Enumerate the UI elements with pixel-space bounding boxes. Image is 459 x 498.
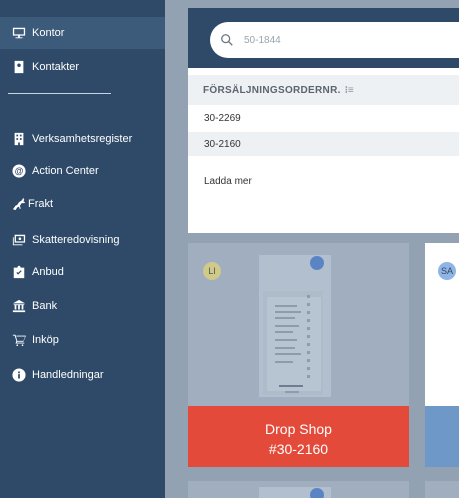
sidebar-item-label: Skatteredovisning: [32, 234, 120, 246]
column-header-order-number: FÖRSÄLJNINGSORDERNR.: [203, 84, 341, 96]
sidebar-item-action-center[interactable]: @ Action Center: [0, 155, 165, 187]
avatar: SA: [438, 262, 456, 280]
sidebar-item-inkop[interactable]: Inköp: [0, 324, 165, 356]
sidebar-item-frakt[interactable]: Frakt: [0, 188, 165, 220]
tax-display-icon: [11, 232, 27, 248]
horse-icon: [11, 196, 27, 212]
sidebar: Kontor Kontakter Verksamhetsregister @ A…: [0, 0, 165, 498]
bank-icon: [11, 298, 27, 314]
sidebar-item-label: Bank: [32, 300, 58, 312]
sidebar-item-verksamhetsregister[interactable]: Verksamhetsregister: [0, 123, 165, 155]
sidebar-item-label: Frakt: [28, 198, 54, 210]
sidebar-item-label: Inköp: [32, 334, 59, 346]
sidebar-item-bank[interactable]: Bank: [0, 290, 165, 322]
card-order-number: #30-2160: [268, 441, 329, 457]
order-card[interactable]: SA: [425, 243, 459, 467]
sidebar-item-handledningar[interactable]: Handledningar: [0, 359, 165, 391]
order-card[interactable]: [188, 481, 409, 498]
at-sign-icon: @: [11, 163, 27, 179]
sidebar-item-anbud[interactable]: Anbud: [0, 256, 165, 288]
sidebar-item-kontor[interactable]: Kontor: [0, 17, 165, 49]
order-number: 30-2269: [204, 112, 241, 124]
order-card[interactable]: [425, 481, 459, 498]
monitor-icon: [11, 25, 27, 41]
sidebar-item-label: Kontor: [32, 27, 65, 39]
avatar: LI: [203, 262, 221, 280]
card-footer: [425, 406, 459, 467]
document-illustration-icon: [259, 255, 331, 397]
clipboard-check-icon: [11, 264, 27, 280]
sidebar-item-label: Kontakter: [32, 61, 80, 73]
sidebar-item-skatteredovisning[interactable]: Skatteredovisning: [0, 224, 165, 256]
table-row[interactable]: 30-2269: [188, 106, 459, 130]
table-row[interactable]: 30-2160: [188, 132, 459, 156]
search-results-panel: FÖRSÄLJNINGSORDERNR. ⁝≡ 30-2269 30-2160 …: [188, 68, 459, 233]
sidebar-item-kontakter[interactable]: Kontakter: [0, 51, 165, 83]
order-card[interactable]: LI Drop Shop #30-2160: [188, 243, 409, 467]
info-icon: [11, 367, 27, 383]
search-icon: [220, 33, 234, 47]
shopping-cart-icon: [11, 332, 27, 348]
order-number: 30-2160: [204, 138, 241, 150]
sidebar-divider: [8, 93, 111, 94]
results-header[interactable]: FÖRSÄLJNINGSORDERNR. ⁝≡: [188, 75, 459, 105]
svg-text:@: @: [15, 166, 24, 176]
search-input[interactable]: [242, 33, 426, 47]
sidebar-item-label: Handledningar: [32, 369, 104, 381]
sort-icon[interactable]: ⁝≡: [345, 85, 354, 96]
sidebar-item-label: Anbud: [32, 266, 64, 278]
sidebar-item-label: Verksamhetsregister: [32, 133, 133, 145]
building-icon: [11, 131, 27, 147]
search-box[interactable]: [210, 22, 459, 58]
contact-card-icon: [11, 59, 27, 75]
sidebar-item-label: Action Center: [32, 165, 99, 177]
document-illustration-icon: [259, 487, 331, 498]
card-footer: Drop Shop #30-2160: [188, 406, 409, 467]
load-more-link[interactable]: Ladda mer: [204, 176, 252, 187]
card-title: Drop Shop: [265, 421, 332, 437]
